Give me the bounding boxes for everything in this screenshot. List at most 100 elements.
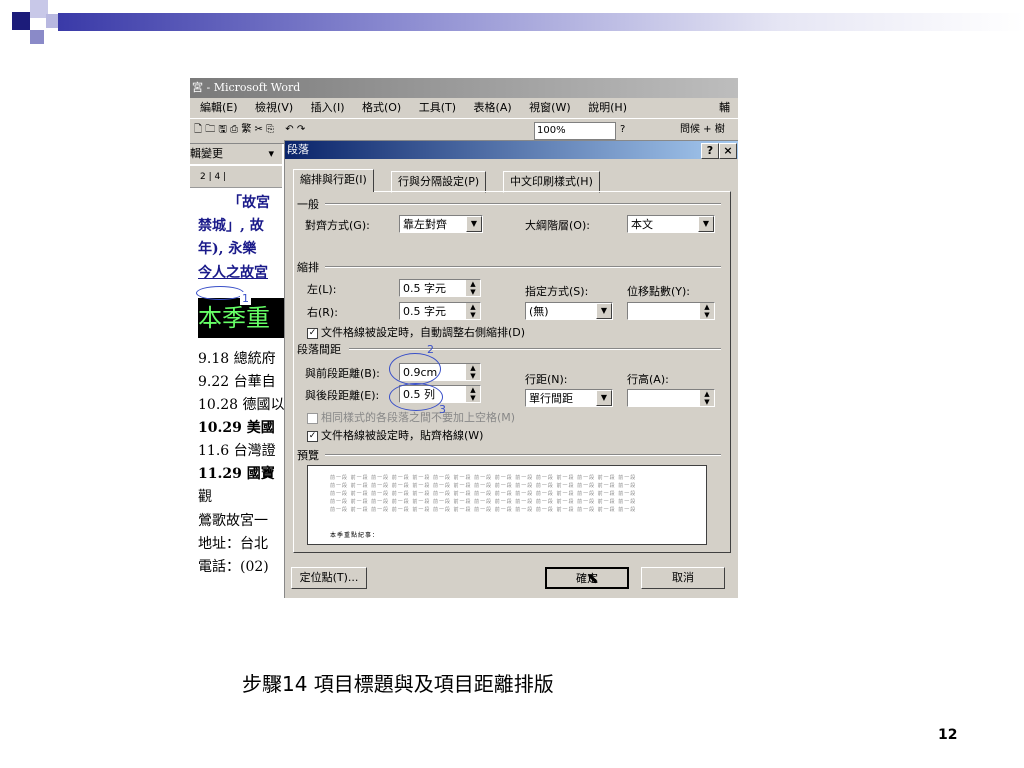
doc-line: 9.22 台華自 (198, 374, 276, 390)
spinner-icon[interactable]: ▲ ▼ (466, 364, 480, 380)
menu-edit[interactable]: 編輯(E) (200, 101, 238, 114)
divider (325, 203, 721, 205)
doc-line: 電話：(02) (198, 559, 269, 575)
preview-box: 前一段 前一段 前一段 前一段 前一段 前一段 前一段 前一段 前一段 前一段 … (307, 465, 707, 545)
preview-sample: 前一段 前一段 前一段 前一段 前一段 前一段 前一段 前一段 前一段 前一段 … (330, 483, 637, 489)
document-body: 「故宮 禁城」, 故 年), 永樂 今人之故宮 本季重 9.18 總統府 9.2… (190, 188, 285, 598)
undo-icon[interactable]: ↶ (285, 124, 293, 135)
doc-line: 今人之故宮 (198, 265, 268, 281)
divider (325, 266, 721, 268)
alignment-select[interactable]: 靠左對齊 ▼ (399, 215, 483, 233)
menu-help[interactable]: 說明(H) (588, 101, 627, 114)
line-spacing-select[interactable]: 單行間距 ▼ (525, 389, 613, 407)
section-spacing: 段落間距 (297, 343, 341, 356)
tab-asian-typography[interactable]: 中文印刷樣式(H) (503, 171, 600, 193)
by-input[interactable]: ▲ ▼ (627, 302, 715, 320)
tab-line-page-breaks[interactable]: 行與分隔設定(P) (391, 171, 487, 193)
no-space-same-style-checkbox[interactable]: 相同樣式的各段落之間不要加上空格(M) (307, 409, 515, 425)
save-icon[interactable]: 🖫 (218, 124, 227, 135)
doc-line: 9.18 總統府 (198, 351, 276, 367)
word-screenshot: 宮 - Microsoft Word 編輯(E) 檢視(V) 插入(I) 格式(… (190, 78, 738, 598)
zoom-select[interactable]: 100% (534, 122, 616, 140)
section-indentation: 縮排 (297, 261, 319, 274)
ruler: 2 | 4 | (190, 166, 282, 188)
word-title-bar: 宮 - Microsoft Word (190, 78, 738, 98)
menu-format[interactable]: 格式(O) (362, 101, 401, 114)
doc-line: 觀 (198, 489, 212, 505)
menu-insert[interactable]: 插入(I) (311, 101, 345, 114)
annotation-oval-2 (389, 353, 441, 385)
cut-icon[interactable]: ✂ (255, 124, 263, 135)
annotation-number-1: 1 (240, 292, 251, 305)
indent-right-input[interactable]: 0.5 字元 ▲ ▼ (399, 302, 481, 320)
outline-level-select[interactable]: 本文 ▼ (627, 215, 715, 233)
doc-line: 禁城」, 故 (198, 218, 264, 234)
tab-indents-spacing[interactable]: 縮排與行距(I) (293, 169, 374, 192)
line-spacing-label: 行距(N): (525, 373, 568, 386)
mixed-script-icon[interactable]: 繁 (241, 124, 251, 135)
help-button[interactable]: ? (701, 143, 719, 159)
outline-level-label: 大綱階層(O): (525, 219, 590, 232)
title-gradient-bar (58, 13, 1024, 31)
spinner-icon[interactable]: ▲ ▼ (466, 303, 480, 319)
new-doc-icon[interactable]: 🗋 (194, 124, 202, 135)
doc-line: 10.29 美國 (198, 420, 275, 436)
deco-square-navy (12, 12, 30, 30)
style-right-box[interactable]: 問候 + 樹 (680, 119, 725, 141)
style-dropdown[interactable]: 輯變更 ▾ (190, 144, 282, 164)
preview-sample: 前一段 前一段 前一段 前一段 前一段 前一段 前一段 前一段 前一段 前一段 … (330, 507, 637, 513)
doc-line: 「故宮 (228, 195, 270, 211)
redo-icon[interactable]: ↷ (297, 124, 305, 135)
preview-sample: 前一段 前一段 前一段 前一段 前一段 前一段 前一段 前一段 前一段 前一段 … (330, 499, 637, 505)
spinner-icon[interactable]: ▲ ▼ (466, 280, 480, 296)
doc-line: 鶯歌故宮一 (198, 513, 268, 529)
chevron-down-icon: ▼ (596, 390, 612, 406)
by-label: 位移點數(Y): (627, 285, 691, 298)
preview-sample: 前一段 前一段 前一段 前一段 前一段 前一段 前一段 前一段 前一段 前一段 … (330, 491, 637, 497)
section-general: 一般 (297, 198, 319, 211)
doc-line: 地址：台北 (198, 536, 268, 552)
doc-line: 10.28 德國以 (198, 397, 285, 413)
chevron-down-icon: ▼ (596, 303, 612, 319)
spacing-before-label: 與前段距離(B): (305, 367, 380, 380)
checkmark-icon: ✓ (307, 430, 318, 442)
menu-view[interactable]: 檢視(V) (255, 101, 293, 114)
copy-icon[interactable]: ⎘ (266, 124, 274, 135)
at-label: 行高(A): (627, 373, 669, 386)
chevron-down-icon: ▼ (698, 216, 714, 232)
help-icon[interactable]: ? (620, 119, 625, 141)
at-input[interactable]: ▲ ▼ (627, 389, 715, 407)
paragraph-dialog: 段落 ? × 縮排與行距(I) 行與分隔設定(P) 中文印刷樣式(H) 一般 對… (284, 140, 738, 598)
spinner-icon[interactable]: ▲ ▼ (700, 303, 714, 319)
annotation-number-3: 3 (439, 403, 446, 416)
doc-line: 11.6 台灣證 (198, 443, 276, 459)
open-icon[interactable]: 🗀 (205, 124, 215, 135)
special-select[interactable]: (無) ▼ (525, 302, 613, 320)
word-menu-bar: 編輯(E) 檢視(V) 插入(I) 格式(O) 工具(T) 表格(A) 視窗(W… (190, 98, 738, 118)
print-icon[interactable]: ⎙ (230, 124, 238, 135)
menu-table[interactable]: 表格(A) (474, 101, 512, 114)
checkbox-icon (307, 412, 318, 424)
auto-adjust-checkbox[interactable]: ✓ 文件格線被設定時，自動調整右側縮排(D) (307, 324, 525, 340)
close-button[interactable]: × (719, 143, 737, 159)
doc-line: 11.29 國寶 (198, 466, 275, 482)
snap-to-grid-checkbox[interactable]: ✓ 文件格線被設定時，貼齊格線(W) (307, 427, 483, 443)
annotation-number-2: 2 (427, 343, 434, 356)
indent-right-label: 右(R): (307, 306, 338, 319)
divider (325, 454, 721, 456)
divider (349, 348, 721, 350)
tabs-button[interactable]: 定位點(T)... (291, 567, 367, 589)
menu-window[interactable]: 視窗(W) (529, 101, 570, 114)
cancel-button[interactable]: 取消 (641, 567, 725, 589)
page-number: 12 (938, 727, 958, 743)
indent-left-input[interactable]: 0.5 字元 ▲ ▼ (399, 279, 481, 297)
alignment-label: 對齊方式(G): (305, 219, 370, 232)
chevron-down-icon: ▾ (268, 147, 274, 160)
checkmark-icon: ✓ (307, 327, 318, 339)
annotation-oval-3 (389, 383, 443, 411)
annotation-oval-1 (196, 286, 244, 300)
spinner-icon[interactable]: ▲ ▼ (700, 390, 714, 406)
menu-tools[interactable]: 工具(T) (419, 101, 456, 114)
spinner-icon[interactable]: ▲ ▼ (466, 386, 480, 402)
menu-right-cutoff[interactable]: 輔 (719, 98, 730, 118)
